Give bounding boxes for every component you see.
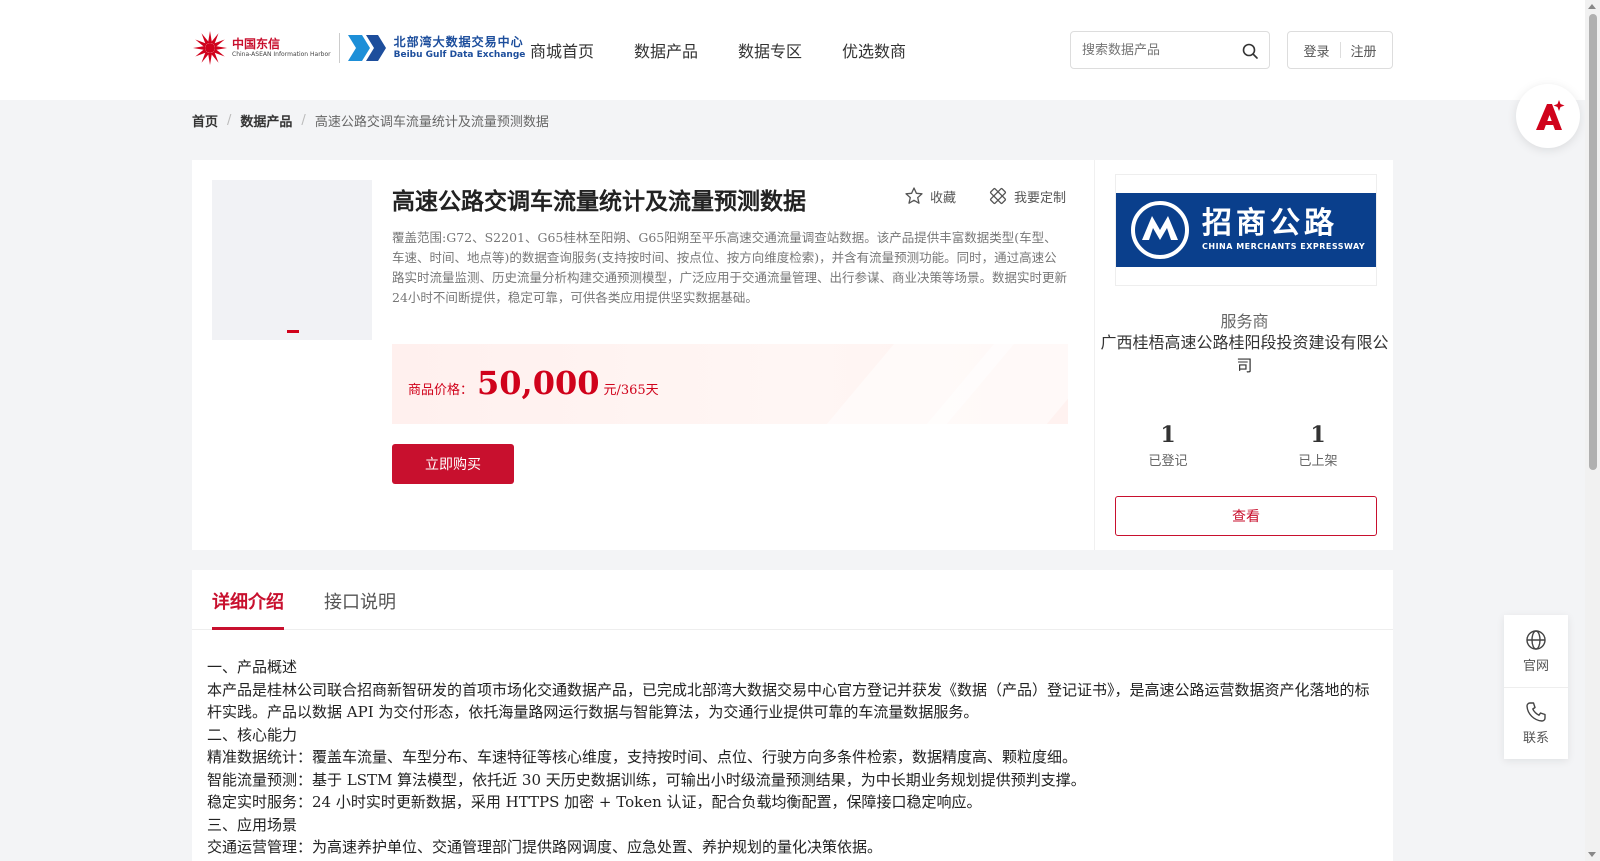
vendor-logo[interactable]: 招商公路 CHINA MERCHANTS EXPRESSWAY (1115, 174, 1377, 286)
price-value: 50,000 (477, 364, 600, 402)
star-icon (905, 187, 923, 204)
auth-divider (1339, 42, 1341, 58)
stat-registered-value: 1 (1160, 422, 1176, 448)
tab-api-docs[interactable]: 接口说明 (324, 588, 396, 627)
stat-listed-value: 1 (1310, 422, 1326, 448)
ai-assistant-button[interactable] (1516, 84, 1580, 148)
view-vendor-button[interactable]: 查看 (1115, 496, 1377, 536)
official-site-button[interactable]: 官网 (1504, 615, 1568, 687)
vendor-logo-cn: 招商公路 (1202, 206, 1338, 241)
ai-assistant-icon (1536, 100, 1565, 130)
scroll-down-arrow-icon[interactable] (1588, 852, 1596, 857)
breadcrumb-section[interactable]: 数据产品 (240, 111, 292, 130)
scroll-up-arrow-icon[interactable] (1588, 4, 1596, 9)
product-description: 覆盖范围:G72、S2201、G65桂林至阳朔、G65阳朔至平乐高速交通流量调查… (392, 230, 1068, 305)
globe-icon (1526, 629, 1546, 650)
logo-cta-en: China-ASEAN Information Harbor (232, 51, 331, 58)
vendor-logo-en: CHINA MERCHANTS EXPRESSWAY (1202, 242, 1366, 251)
price-box: 商品价格： 50,000 元/365天 (392, 344, 1068, 424)
official-site-label: 官网 (1522, 658, 1549, 674)
nav-item-selected-vendors[interactable]: 优选数商 (842, 38, 906, 62)
content-paragraph: 本产品是桂林公司联合招商新智研发的首项市场化交通数据产品，已完成北部湾大数据交易… (207, 680, 1370, 722)
breadcrumb: 首页 / 数据产品 / 高速公路交调车流量统计及流量预测数据 (192, 111, 549, 130)
details-content: 一、产品概述 本产品是桂林公司联合招商新智研发的首项市场化交通数据产品，已完成北… (207, 656, 1377, 859)
stat-registered: 1 已登记 (1113, 422, 1223, 469)
beibu-gulf-logo-icon (347, 33, 388, 63)
nav-item-data-products[interactable]: 数据产品 (634, 38, 698, 62)
content-heading: 二、核心能力 (207, 725, 298, 744)
logo-bgde-en: Beibu Gulf Data Exchange (393, 50, 526, 60)
product-card: 高速公路交调车流量统计及流量预测数据 收藏 我要定制 覆盖范围:G72、S220… (192, 160, 1393, 550)
price-label: 商品价格： (408, 383, 474, 398)
nav-item-data-zone[interactable]: 数据专区 (738, 38, 802, 62)
content-paragraph: 智能流量预测：基于 LSTM 算法模型，依托近 30 天历史数据训练，可输出小时… (207, 770, 1086, 789)
details-panel: 详细介绍 接口说明 一、产品概述 本产品是桂林公司联合招商新智研发的首项市场化交… (192, 570, 1393, 861)
contact-button[interactable]: 联系 (1504, 687, 1568, 759)
product-title: 高速公路交调车流量统计及流量预测数据 (392, 189, 806, 215)
page-scrollbar[interactable] (1585, 0, 1600, 861)
stat-listed-label: 已上架 (1298, 454, 1338, 469)
favorite-button[interactable]: 收藏 (904, 186, 956, 206)
vendor-name[interactable]: 广西桂梧高速公路桂阳段投资建设有限公司 (1095, 331, 1394, 377)
favorite-label: 收藏 (930, 190, 957, 206)
scroll-thumb[interactable] (1589, 14, 1597, 470)
auth-box: 登录 注册 (1287, 31, 1393, 69)
thumbnail-indicator[interactable] (287, 330, 299, 333)
register-link[interactable]: 注册 (1351, 41, 1377, 60)
breadcrumb-current: 高速公路交调车流量统计及流量预测数据 (314, 115, 549, 130)
customize-icon (989, 187, 1007, 205)
breadcrumb-separator: / (301, 113, 306, 128)
customize-button[interactable]: 我要定制 (988, 186, 1066, 206)
china-merchants-logo-icon (1131, 201, 1189, 259)
china-asean-logo-icon (192, 30, 228, 66)
nav-item-home[interactable]: 商城首页 (530, 38, 594, 62)
details-tabs: 详细介绍 接口说明 (192, 570, 1393, 630)
side-float-bar: 官网 联系 (1504, 615, 1568, 759)
content-paragraph: 精准数据统计：覆盖车流量、车型分布、车速特征等核心维度，支持按时间、点位、行驶方… (207, 748, 1078, 766)
vendor-role: 服务商 (1220, 312, 1269, 331)
search-box (1070, 31, 1270, 69)
content-heading: 三、应用场景 (207, 815, 298, 834)
site-logo[interactable]: 中国东信 China-ASEAN Information Harbor 北部湾大… (192, 30, 525, 66)
phone-icon (1526, 702, 1546, 722)
logo-bgde-cn: 北部湾大数据交易中心 (393, 35, 524, 49)
search-input[interactable] (1071, 32, 1231, 68)
contact-label: 联系 (1522, 731, 1549, 746)
login-link[interactable]: 登录 (1303, 41, 1329, 60)
stat-registered-label: 已登记 (1148, 454, 1188, 469)
main-nav: 商城首页 数据产品 数据专区 优选数商 (530, 38, 946, 62)
breadcrumb-separator: / (227, 113, 232, 128)
customize-label: 我要定制 (1014, 190, 1067, 206)
content-paragraph: 稳定实时服务：24 小时实时更新数据，采用 HTTPS 加密 + Token 认… (207, 793, 982, 811)
buy-now-button[interactable]: 立即购买 (392, 444, 514, 484)
stat-listed: 1 已上架 (1263, 422, 1373, 469)
site-header: 中国东信 China-ASEAN Information Harbor 北部湾大… (0, 0, 1585, 100)
logo-cta-cn: 中国东信 (232, 37, 281, 51)
content-heading: 一、产品概述 (207, 658, 298, 676)
vendor-panel: 招商公路 CHINA MERCHANTS EXPRESSWAY 服务商 广西桂梧… (1094, 160, 1393, 550)
content-paragraph: 交通运营管理：为高速养护单位、交通管理部门提供路网调度、应急处置、养护规划的量化… (207, 838, 883, 856)
breadcrumb-home[interactable]: 首页 (192, 111, 218, 130)
search-icon[interactable] (1241, 42, 1259, 60)
logo-divider (338, 33, 340, 63)
tab-detailed-intro[interactable]: 详细介绍 (212, 588, 284, 630)
product-thumbnail (212, 180, 372, 340)
price-unit: 元/365天 (603, 383, 659, 398)
